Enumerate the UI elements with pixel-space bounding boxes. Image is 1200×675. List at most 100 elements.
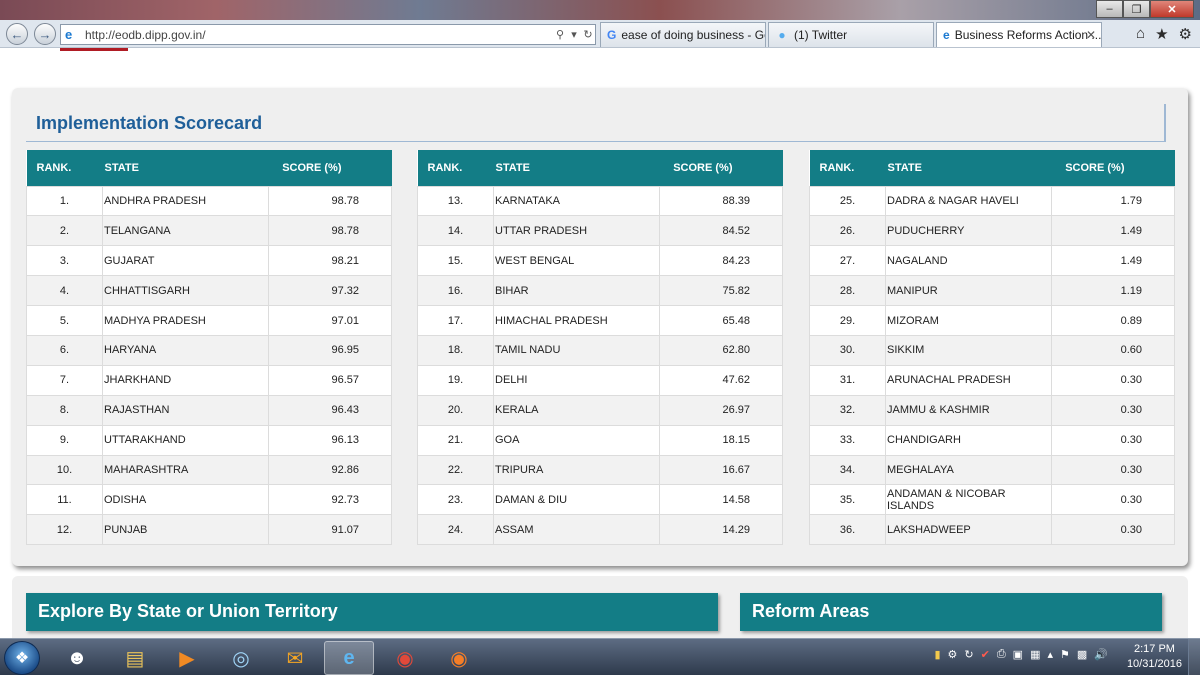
rank-cell: 14. (417, 215, 494, 247)
start-button[interactable]: ❖ (4, 641, 40, 675)
taskbar-app-media[interactable]: ▶ (162, 641, 212, 675)
table-row: 26. PUDUCHERRY 1.49 (809, 215, 1175, 247)
table-row: 5. MADHYA PRADESH 97.01 (26, 305, 392, 336)
tray-printer-icon[interactable]: ⎙ (997, 648, 1006, 661)
taskbar-app-chat[interactable]: ☻ (52, 641, 102, 675)
taskbar-app-network[interactable]: ◎ (216, 641, 266, 675)
search-icon[interactable]: ⚲ (553, 28, 567, 41)
tray-flag-icon[interactable]: ⚑ (1060, 648, 1070, 661)
rank-cell: 16. (417, 275, 494, 307)
tray-antivirus-icon[interactable]: ✔ (981, 648, 990, 661)
home-icon[interactable]: ⌂ (1136, 25, 1145, 43)
taskbar-app-chrome[interactable]: ◉ (380, 641, 430, 675)
tray-expand-icon[interactable]: ▴ (1047, 648, 1053, 661)
rank-cell: 5. (26, 305, 103, 336)
header-rank: RANK. (809, 150, 886, 186)
rank-cell: 25. (809, 185, 886, 217)
state-cell: ARUNACHAL PRADESH (885, 364, 1052, 396)
close-tab-icon[interactable]: ✕ (1086, 28, 1096, 42)
rank-cell: 1. (26, 185, 103, 217)
score-cell: 1.79 (1051, 185, 1175, 217)
score-cell: 0.30 (1051, 514, 1175, 546)
state-cell: TELANGANA (102, 215, 269, 247)
table-row: 10. MAHARASHTRA 92.86 (26, 454, 392, 486)
rank-cell: 23. (417, 484, 494, 516)
taskbar-app-outlook[interactable]: ✉ (270, 641, 320, 675)
score-cell: 84.23 (659, 245, 783, 277)
tab-business-reforms[interactable]: e Business Reforms Action ... ✕ (936, 22, 1102, 47)
rank-cell: 4. (26, 275, 103, 307)
table-row: 21. GOA 18.15 (417, 424, 783, 456)
table-row: 31. ARUNACHAL PRADESH 0.30 (809, 364, 1175, 396)
tab-google-search[interactable]: G ease of doing business - Goo... (600, 22, 766, 47)
state-cell: GUJARAT (102, 245, 269, 277)
tray-settings-icon[interactable]: ⚙ (948, 648, 958, 661)
rank-cell: 3. (26, 245, 103, 277)
table-row: 29. MIZORAM 0.89 (809, 305, 1175, 336)
table-row: 22. TRIPURA 16.67 (417, 454, 783, 486)
state-cell: SIKKIM (885, 334, 1052, 366)
rank-cell: 15. (417, 245, 494, 277)
forward-button[interactable]: → (34, 23, 56, 45)
tray-sync-icon[interactable]: ↻ (964, 648, 973, 661)
rank-cell: 13. (417, 185, 494, 217)
table-row: 19. DELHI 47.62 (417, 364, 783, 396)
ie-page-icon: e (943, 28, 950, 42)
taskbar: ❖ ☻ ▤ ▶ ◎ ✉ e ◉ ◉ ▮ ⚙ ↻ ✔ ⎙ ▣ ▦ ▴ ⚑ ▩ 🔊 … (0, 638, 1200, 675)
reform-areas-header[interactable]: Reform Areas (740, 593, 1162, 631)
state-cell: MEGHALAYA (885, 454, 1052, 486)
favorites-star-icon[interactable]: ★ (1155, 25, 1168, 43)
dropdown-icon[interactable]: ▾ (567, 28, 581, 41)
tray-security-icon[interactable]: ▮ (934, 648, 940, 661)
score-cell: 96.43 (268, 394, 392, 426)
state-cell: HARYANA (102, 334, 269, 366)
back-button[interactable]: ← (6, 23, 28, 45)
clock-time: 2:17 PM (1133, 643, 1175, 655)
address-url[interactable]: http://eodb.dipp.gov.in/ (85, 28, 553, 42)
address-bar[interactable]: e http://eodb.dipp.gov.in/ ⚲ ▾ ↻ (60, 24, 596, 45)
score-cell: 98.78 (268, 215, 392, 247)
gear-icon[interactable]: ⚙ (1179, 25, 1192, 43)
state-cell: DELHI (493, 364, 660, 396)
rank-cell: 36. (809, 514, 886, 546)
state-cell: GOA (493, 424, 660, 456)
refresh-icon[interactable]: ↻ (581, 28, 595, 41)
table-row: 8. RAJASTHAN 96.43 (26, 394, 392, 426)
header-rank: RANK. (26, 150, 103, 186)
table-row: 20. KERALA 26.97 (417, 394, 783, 426)
system-clock[interactable]: 2:17 PM 10/31/2016 (1127, 642, 1182, 672)
minimize-button[interactable]: – (1096, 0, 1123, 18)
window-title-bar: – ❐ ✕ (0, 0, 1200, 20)
taskbar-app-ie[interactable]: e (324, 641, 374, 675)
tab-twitter[interactable]: ● (1) Twitter (768, 22, 934, 47)
state-cell: HIMACHAL PRADESH (493, 305, 660, 336)
rank-cell: 29. (809, 305, 886, 336)
show-desktop-button[interactable] (1188, 639, 1200, 675)
state-cell: RAJASTHAN (102, 394, 269, 426)
table-row: 12. PUNJAB 91.07 (26, 514, 392, 546)
header-score: SCORE (%) (659, 150, 783, 186)
state-cell: LAKSHADWEEP (885, 514, 1052, 546)
rank-cell: 32. (809, 394, 886, 426)
tray-signal-icon[interactable]: ▩ (1077, 648, 1087, 661)
rank-cell: 17. (417, 305, 494, 336)
taskbar-app-firefox[interactable]: ◉ (434, 641, 484, 675)
close-window-button[interactable]: ✕ (1150, 0, 1194, 18)
volume-icon[interactable]: 🔊 (1094, 648, 1108, 661)
state-cell: MIZORAM (885, 305, 1052, 336)
table-row: 30. SIKKIM 0.60 (809, 334, 1175, 366)
explore-by-state-header[interactable]: Explore By State or Union Territory (26, 593, 718, 631)
tray-monitor-icon[interactable]: ▣ (1013, 648, 1023, 661)
state-cell: WEST BENGAL (493, 245, 660, 277)
rank-cell: 18. (417, 334, 494, 366)
table-row: 1. ANDHRA PRADESH 98.78 (26, 185, 392, 217)
header-state: STATE (885, 150, 1052, 186)
taskbar-app-explorer[interactable]: ▤ (110, 641, 160, 675)
google-icon: G (607, 28, 617, 42)
rank-cell: 21. (417, 424, 494, 456)
table-row: 16. BIHAR 75.82 (417, 275, 783, 307)
tray-network-icon[interactable]: ▦ (1030, 648, 1040, 661)
scorecard-table-3: RANK. STATE SCORE (%) 25. DADRA & NAGAR H… (809, 150, 1175, 546)
maximize-button[interactable]: ❐ (1123, 0, 1150, 18)
score-cell: 97.01 (268, 305, 392, 336)
